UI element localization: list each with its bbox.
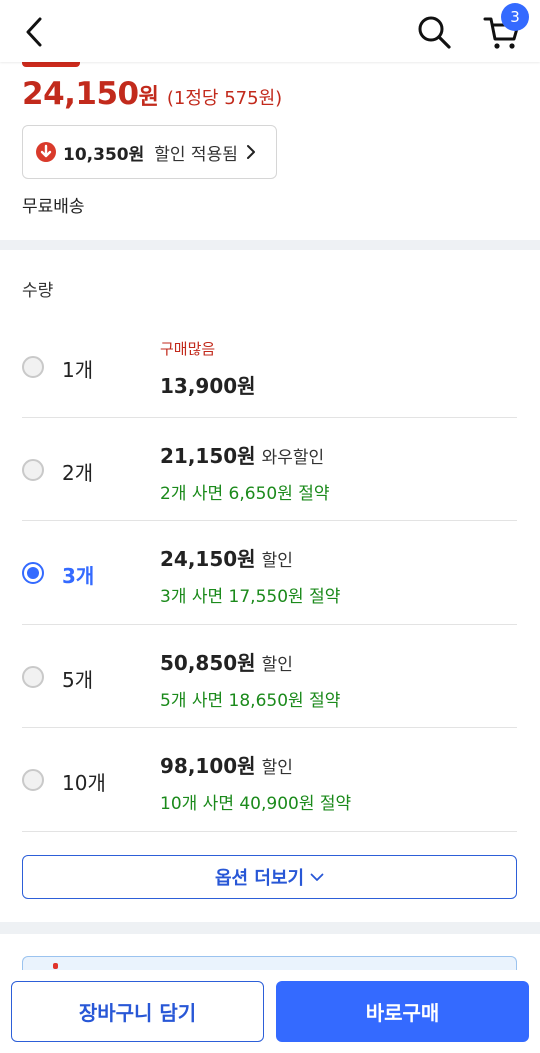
option-saving: 3개 사면 17,550원 절약 — [160, 587, 341, 607]
option-price: 24,150원 — [160, 547, 256, 571]
radio-button[interactable] — [22, 665, 44, 688]
discount-text: 할인 적용됨 — [154, 144, 238, 165]
quantity-option-10[interactable]: 10개 98,100원 할인 10개 사면 40,900원 절약 — [22, 728, 517, 832]
sale-price: 24,150 — [22, 76, 139, 112]
shipping-info: 무료배송 — [22, 197, 85, 217]
option-quantity: 5개 — [62, 667, 94, 692]
option-quantity: 2개 — [62, 460, 94, 485]
option-price-line: 24,150원 할인 — [160, 543, 293, 572]
add-to-cart-button[interactable]: 장바구니 담기 — [11, 981, 264, 1042]
more-options-label: 옵션 더보기 — [214, 868, 305, 889]
option-price-line: 98,100원 할인 — [160, 750, 293, 779]
bottom-action-bar: 장바구니 담기 바로구매 — [0, 970, 540, 1053]
search-icon — [418, 16, 451, 49]
quantity-options: 1개 구매많음 13,900원 2개 21,150원 와우할인 2개 사면 6,6… — [22, 314, 517, 832]
option-discount-note: 할인 — [261, 551, 293, 571]
buy-now-button[interactable]: 바로구매 — [276, 981, 529, 1042]
option-discount-note: 할인 — [261, 654, 293, 675]
option-discount-note: 와우할인 — [261, 447, 325, 468]
more-options-button[interactable]: 옵션 더보기 — [22, 855, 517, 899]
radio-button-selected[interactable] — [22, 562, 44, 584]
option-price: 13,900원 — [160, 374, 256, 398]
option-saving: 2개 사면 6,650원 절약 — [160, 483, 330, 504]
chevron-down-icon — [310, 873, 324, 881]
quantity-option-1[interactable]: 1개 구매많음 13,900원 — [22, 314, 517, 418]
radio-button[interactable] — [22, 458, 44, 481]
down-arrow-circle-icon — [36, 142, 56, 162]
quantity-option-5[interactable]: 5개 50,850원 할인 5개 사면 18,650원 절약 — [22, 625, 517, 728]
option-quantity: 10개 — [62, 771, 106, 795]
price-currency: 원 — [138, 85, 159, 110]
promo-logo-icon — [53, 963, 58, 969]
option-price-line: 21,150원 와우할인 — [160, 440, 324, 469]
radio-button[interactable] — [22, 769, 44, 791]
option-saving: 5개 사면 18,650원 절약 — [160, 690, 341, 711]
price-row: 24,150 원 (1정당 575원) — [22, 76, 282, 112]
quantity-label: 수량 — [22, 281, 54, 301]
option-saving: 10개 사면 40,900원 절약 — [160, 794, 352, 814]
option-price: 21,150원 — [160, 443, 256, 468]
quantity-option-3[interactable]: 3개 24,150원 할인 3개 사면 17,550원 절약 — [22, 521, 517, 625]
option-quantity: 3개 — [62, 564, 95, 588]
search-button[interactable] — [414, 12, 454, 52]
quantity-option-2[interactable]: 2개 21,150원 와우할인 2개 사면 6,650원 절약 — [22, 418, 517, 521]
discount-applied-button[interactable]: 10,350원 할인 적용됨 — [22, 125, 277, 179]
option-price: 98,100원 — [160, 754, 256, 778]
section-divider — [0, 240, 540, 250]
back-button[interactable] — [18, 14, 50, 50]
option-price-line: 50,850원 할인 — [160, 647, 293, 676]
discount-amount: 10,350원 — [63, 144, 145, 165]
option-price: 50,850원 — [160, 650, 256, 675]
top-header: 3 — [0, 0, 540, 62]
chevron-left-icon — [26, 17, 42, 47]
option-popular-tag: 구매많음 — [160, 340, 216, 358]
option-discount-note: 할인 — [261, 758, 293, 778]
unit-price: (1정당 575원) — [166, 88, 283, 109]
option-quantity: 1개 — [62, 358, 94, 382]
option-price-line: 13,900원 — [160, 370, 256, 399]
chevron-right-icon — [246, 145, 255, 159]
section-divider — [0, 922, 540, 934]
cart-count-badge: 3 — [501, 3, 529, 31]
radio-button[interactable] — [22, 356, 44, 378]
